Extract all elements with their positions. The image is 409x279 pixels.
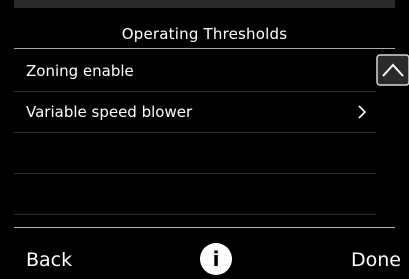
back-button[interactable]: Back <box>26 247 72 273</box>
page-title: Operating Thresholds <box>121 25 288 43</box>
list-item-label: Variable speed blower <box>26 103 193 121</box>
chevron-right-icon <box>358 105 367 119</box>
list-item-variable-speed-blower[interactable]: Variable speed blower <box>14 92 376 133</box>
list-item-label: Zoning enable <box>26 62 134 80</box>
list-item-zoning-enable[interactable]: Zoning enable <box>14 51 376 92</box>
operating-thresholds-screen: Operating Thresholds Zoning enable Varia… <box>0 0 409 279</box>
list-item-empty <box>14 133 376 174</box>
chevron-up-icon[interactable] <box>376 54 409 86</box>
footer-divider <box>14 227 395 228</box>
top-status-strip <box>14 0 395 8</box>
info-icon[interactable]: i <box>200 243 232 275</box>
page-header: Operating Thresholds <box>14 22 395 49</box>
header-divider <box>14 48 395 49</box>
done-button[interactable]: Done <box>351 247 401 273</box>
list-item-empty <box>14 174 376 215</box>
